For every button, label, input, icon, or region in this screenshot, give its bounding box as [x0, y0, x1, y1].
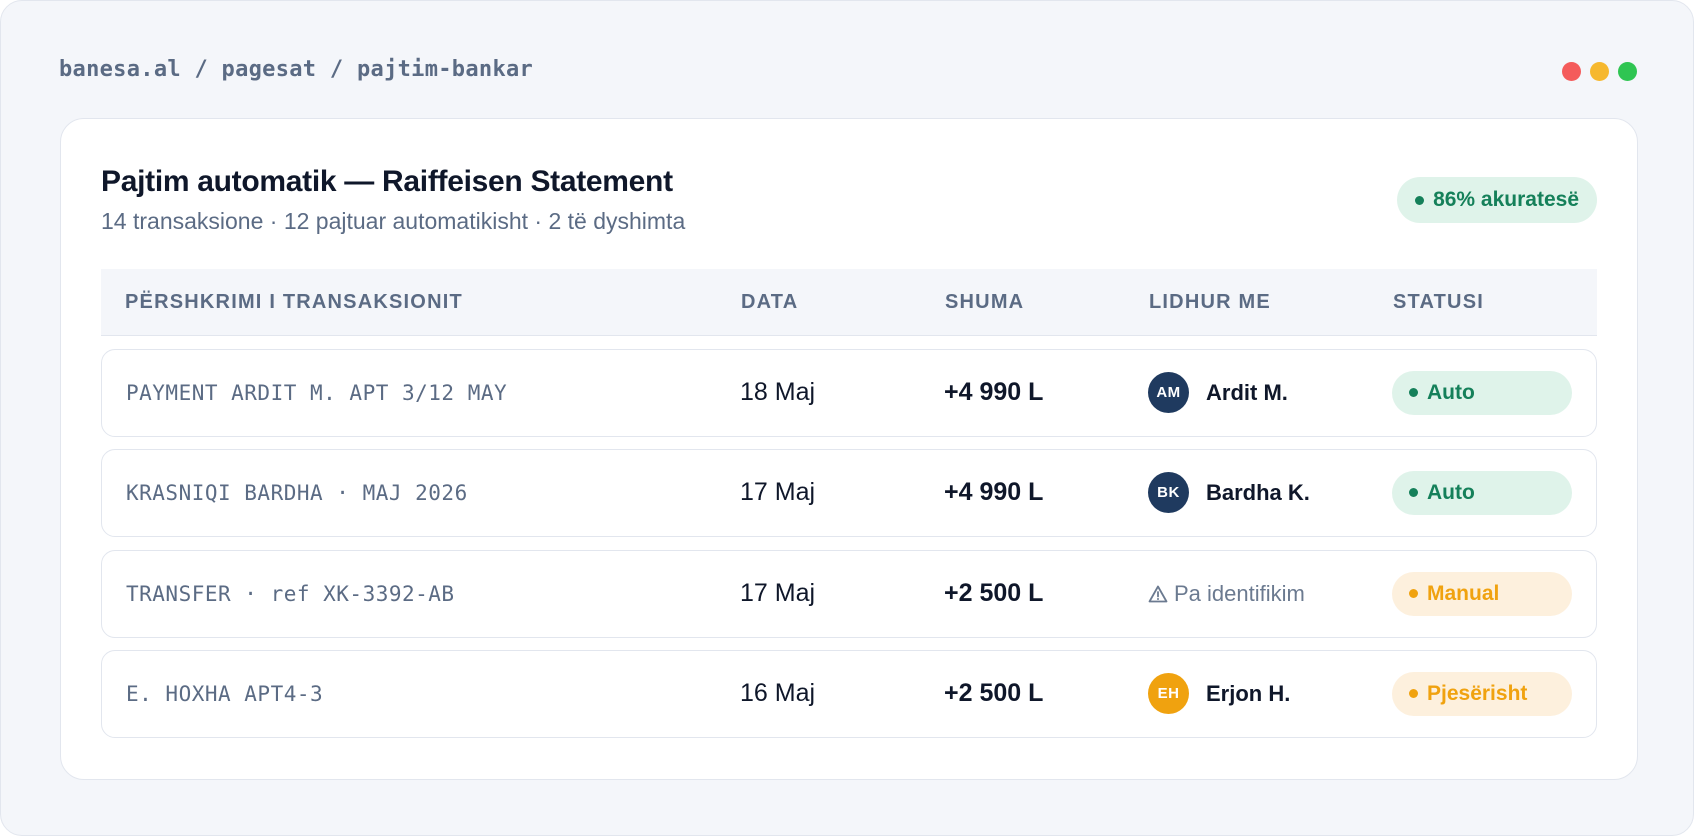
table-row[interactable]: TRANSFER · ref XK-3392-AB 17 Maj +2 500 …	[101, 550, 1597, 638]
unidentified-text: Pa identifikim	[1174, 580, 1305, 606]
status-cell: Pjesërisht	[1392, 651, 1572, 736]
avatar: EH	[1148, 673, 1189, 714]
close-window-button[interactable]	[1562, 62, 1581, 81]
transaction-amount: +2 500 L	[944, 679, 1044, 707]
status-label: Auto	[1427, 380, 1475, 404]
linked-tenant[interactable]: BK Bardha K.	[1148, 450, 1310, 535]
maximize-window-button[interactable]	[1618, 62, 1637, 81]
status-dot-icon	[1409, 689, 1418, 698]
column-header-status: STATUSI	[1393, 291, 1484, 313]
column-header-linked: LIDHUR ME	[1149, 291, 1271, 313]
status-dot-icon	[1409, 388, 1418, 397]
linked-tenant[interactable]: EH Erjon H.	[1148, 651, 1290, 736]
linked-tenant[interactable]: Pa identifikim	[1148, 551, 1305, 636]
table-row[interactable]: KRASNIQI BARDHA · MAJ 2026 17 Maj +4 990…	[101, 449, 1597, 537]
transaction-amount: +4 990 L	[944, 478, 1044, 506]
table-row[interactable]: E. HOXHA APT4-3 16 Maj +2 500 L EH Erjon…	[101, 650, 1597, 738]
window-controls	[1562, 62, 1637, 81]
breadcrumb[interactable]: banesa.al / pagesat / pajtim-bankar	[59, 57, 533, 82]
status-cell: Manual	[1392, 551, 1572, 636]
transaction-description: PAYMENT ARDIT M. APT 3/12 MAY	[126, 380, 508, 405]
minimize-window-button[interactable]	[1590, 62, 1609, 81]
tenant-name: Erjon H.	[1206, 680, 1291, 706]
accuracy-dot-icon	[1415, 195, 1425, 205]
transaction-amount: +4 990 L	[944, 378, 1044, 406]
status-dot-icon	[1409, 589, 1418, 598]
table-header: PËRSHKRIMI I TRANSAKSIONIT DATA SHUMA LI…	[101, 269, 1597, 336]
table-row[interactable]: PAYMENT ARDIT M. APT 3/12 MAY 18 Maj +4 …	[101, 349, 1597, 437]
status-badge[interactable]: Auto	[1392, 470, 1572, 515]
accuracy-badge: 86% akuratesë	[1397, 177, 1597, 223]
transaction-date: 16 Maj	[740, 679, 816, 707]
page-title: Pajtim automatik — Raiffeisen Statement	[101, 165, 673, 198]
page-subtitle: 14 transaksione · 12 pajtuar automatikis…	[101, 208, 686, 234]
accuracy-label: 86% akuratesë	[1433, 188, 1579, 211]
transaction-date: 17 Maj	[740, 579, 816, 607]
status-cell: Auto	[1392, 350, 1572, 435]
transaction-amount: +2 500 L	[944, 579, 1044, 607]
status-cell: Auto	[1392, 450, 1572, 535]
status-label: Auto	[1427, 480, 1475, 504]
unidentified-label: Pa identifikim	[1148, 581, 1305, 607]
app-window: banesa.al / pagesat / pajtim-bankar Pajt…	[0, 0, 1694, 836]
linked-tenant[interactable]: AM Ardit M.	[1148, 350, 1288, 435]
transaction-description: KRASNIQI BARDHA · MAJ 2026	[126, 480, 468, 505]
status-dot-icon	[1409, 488, 1418, 497]
tenant-name: Bardha K.	[1206, 479, 1310, 505]
column-header-description: PËRSHKRIMI I TRANSAKSIONIT	[125, 291, 463, 313]
column-header-date: DATA	[741, 291, 799, 313]
avatar: BK	[1148, 472, 1189, 513]
status-label: Manual	[1427, 581, 1500, 605]
tenant-name: Ardit M.	[1206, 379, 1288, 405]
transaction-description: TRANSFER · ref XK-3392-AB	[126, 581, 455, 606]
warning-icon	[1148, 585, 1168, 602]
avatar: AM	[1148, 372, 1189, 413]
transaction-date: 18 Maj	[740, 378, 816, 406]
transaction-description: E. HOXHA APT4-3	[126, 681, 324, 706]
status-label: Pjesërisht	[1427, 681, 1528, 705]
column-header-amount: SHUMA	[945, 291, 1025, 313]
transaction-date: 17 Maj	[740, 478, 816, 506]
status-badge[interactable]: Manual	[1392, 571, 1572, 616]
status-badge[interactable]: Pjesërisht	[1392, 671, 1572, 716]
reconciliation-card: Pajtim automatik — Raiffeisen Statement …	[60, 118, 1638, 780]
status-badge[interactable]: Auto	[1392, 370, 1572, 415]
